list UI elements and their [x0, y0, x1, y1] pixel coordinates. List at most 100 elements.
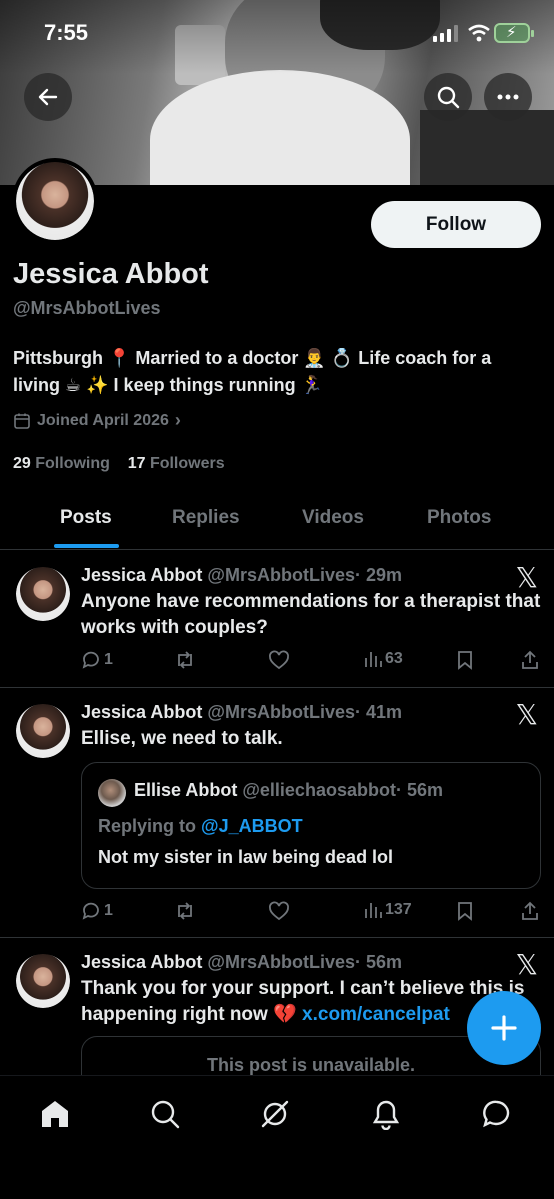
chevron-right-icon: › [174, 410, 181, 430]
notifications-icon [372, 1100, 400, 1130]
replying-to-label: Replying to [98, 816, 196, 836]
quoted-post-header: Ellise Abbot @elliechaosabbot· 56m [134, 780, 443, 801]
like-icon [269, 901, 289, 921]
compose-button[interactable] [467, 991, 541, 1065]
profile-name: Jessica Abbot [13, 258, 209, 290]
like-button[interactable] [268, 901, 290, 921]
like-icon [269, 650, 289, 670]
quoted-post[interactable]: Ellise Abbot @elliechaosabbot· 56m Reply… [81, 762, 541, 889]
unavailable-notice: This post is unavailable. [206, 1055, 416, 1075]
followers-label: Followers [149, 455, 225, 472]
arrow-left-icon [38, 88, 58, 106]
messages-icon [483, 1100, 510, 1128]
quoted-replying-to: Replying to @J_ABBOT [98, 816, 303, 837]
status-bar: 7:55 ⚡ [0, 0, 554, 64]
more-button[interactable] [484, 73, 532, 121]
post-link[interactable]: x.com/cancelpat [302, 1004, 450, 1025]
more-icon [497, 94, 519, 100]
reply-count: 1 [104, 651, 113, 668]
views-button[interactable]: 63 [364, 650, 403, 668]
search-icon [437, 86, 460, 109]
joined-date[interactable]: Joined April 2026 › [13, 410, 181, 431]
nav-notifications[interactable] [368, 1096, 404, 1132]
post-actions: 1 137 [81, 901, 541, 925]
post-time: · 56m [354, 952, 403, 972]
tab-replies[interactable]: Replies [172, 507, 240, 529]
share-button[interactable] [521, 650, 539, 670]
plus-icon [491, 1015, 517, 1041]
profile-avatar[interactable] [12, 158, 98, 244]
reply-icon [82, 651, 99, 669]
followers-link[interactable]: 17 Followers [128, 455, 225, 472]
status-time: 7:55 [44, 20, 89, 45]
post-avatar[interactable] [16, 567, 70, 621]
like-button[interactable] [268, 650, 290, 670]
profile-tabs: Posts Replies Videos Photos [0, 498, 554, 550]
quoted-post-text: Not my sister in law being dead lol [98, 847, 394, 867]
post-avatar[interactable] [16, 954, 70, 1008]
home-icon [42, 1101, 68, 1127]
post[interactable]: Jessica Abbot @MrsAbbotLives· 29m 𝕏 Anyo… [0, 551, 554, 688]
reply-icon [82, 902, 99, 920]
share-button[interactable] [521, 901, 539, 921]
post-author-handle: @MrsAbbotLives [207, 702, 355, 722]
post[interactable]: Jessica Abbot @MrsAbbotLives· 56m 𝕏 Than… [0, 938, 554, 1075]
bottom-navigation [0, 1075, 554, 1199]
mention-link[interactable]: @J_ABBOT [201, 816, 303, 836]
views-icon [365, 903, 382, 918]
repost-icon [178, 902, 192, 920]
repost-button[interactable] [174, 650, 196, 670]
post[interactable]: Jessica Abbot @MrsAbbotLives· 41m 𝕏 Elli… [0, 688, 554, 938]
tab-videos[interactable]: Videos [302, 507, 364, 529]
nav-home[interactable] [37, 1096, 73, 1132]
signal-icon [433, 25, 459, 42]
post-header: Jessica Abbot @MrsAbbotLives· 56m [81, 952, 402, 973]
nav-messages[interactable] [479, 1096, 515, 1132]
post-author-name[interactable]: Jessica Abbot [81, 952, 202, 972]
active-tab-indicator [54, 544, 119, 548]
following-count: 29 [13, 455, 31, 472]
share-icon [522, 650, 538, 669]
repost-button[interactable] [174, 901, 196, 921]
post-author-handle: @MrsAbbotLives [207, 565, 355, 585]
nav-grok[interactable] [257, 1096, 293, 1132]
views-icon [365, 652, 382, 667]
wifi-icon [468, 24, 490, 42]
reply-button[interactable]: 1 [81, 901, 113, 921]
grok-icon [261, 1100, 289, 1128]
views-button[interactable]: 137 [364, 901, 412, 919]
views-count: 63 [385, 650, 403, 667]
views-count: 137 [385, 901, 412, 918]
follow-counts: 29 Following 17 Followers [13, 455, 225, 473]
nav-search[interactable] [147, 1096, 183, 1132]
search-button[interactable] [424, 73, 472, 121]
search-icon [151, 1100, 180, 1129]
back-button[interactable] [24, 73, 72, 121]
battery-icon: ⚡ [494, 23, 534, 43]
calendar-icon [14, 413, 30, 429]
quoted-author-handle: @elliechaosabbot [242, 780, 396, 800]
quoted-post-avatar [98, 779, 126, 807]
reply-count: 1 [104, 902, 113, 919]
following-link[interactable]: 29 Following [13, 455, 110, 472]
followers-count: 17 [127, 455, 146, 472]
post-time: · 29m [354, 565, 403, 585]
post-avatar[interactable] [16, 704, 70, 758]
quoted-author-name: Ellise Abbot [134, 780, 238, 800]
follow-button[interactable]: Follow [371, 201, 541, 248]
tab-photos[interactable]: Photos [427, 507, 491, 529]
post-text: Anyone have recommendations for a therap… [81, 591, 541, 638]
reply-button[interactable]: 1 [81, 650, 113, 670]
post-author-name[interactable]: Jessica Abbot [81, 565, 202, 585]
post-text: Ellise, we need to talk. [81, 728, 283, 749]
bookmark-button[interactable] [456, 650, 474, 670]
profile-handle: @MrsAbbotLives [13, 298, 161, 318]
following-label: Following [35, 455, 110, 472]
tab-posts[interactable]: Posts [60, 507, 112, 529]
post-header: Jessica Abbot @MrsAbbotLives· 41m [81, 702, 402, 723]
bookmark-icon [458, 651, 472, 670]
post-author-handle: @MrsAbbotLives [207, 952, 355, 972]
post-author-name[interactable]: Jessica Abbot [81, 702, 202, 722]
bookmark-button[interactable] [456, 901, 474, 921]
share-icon [522, 901, 538, 920]
